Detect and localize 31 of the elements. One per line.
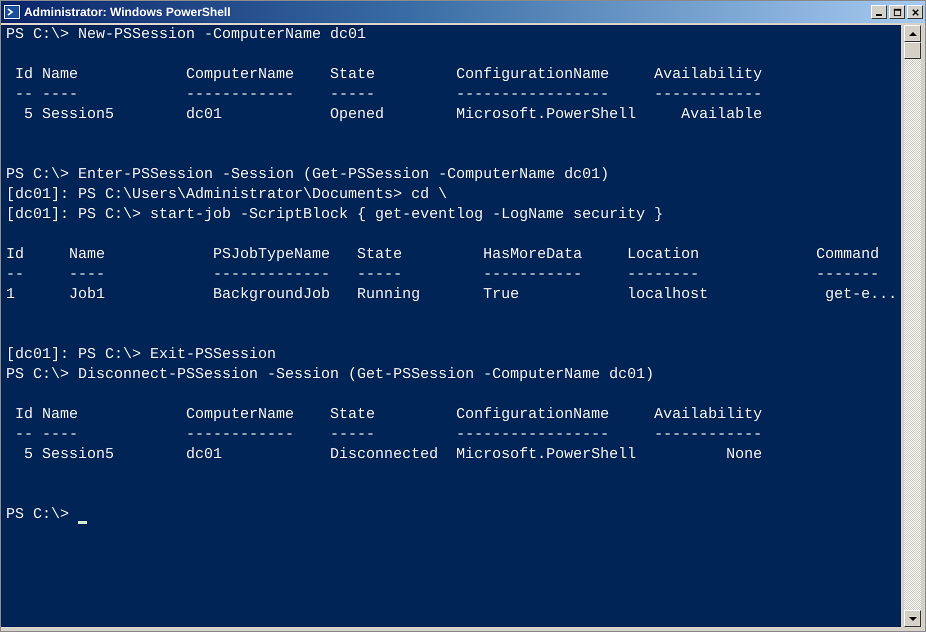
- minimize-icon: [876, 14, 882, 16]
- console-line: -- ---- ------------ ----- ----------------- ------------: [14, 85, 762, 105]
- down-arrow-icon: [908, 616, 916, 620]
- prompt-text: PS C:\>: [6, 505, 70, 525]
- close-button[interactable]: [907, 5, 923, 19]
- maximize-icon: [892, 8, 902, 16]
- console-line: [dc01]: PS C:\> start-job -ScriptBlock { get-eventlog -LogName security }: [6, 205, 664, 225]
- console-line: 5 Session5 dc01 Opened Microsoft.PowerShell Available: [23, 105, 762, 125]
- close-icon: [910, 8, 920, 16]
- console-line: [dc01]: PS C:\> Exit-PSSession: [6, 345, 276, 365]
- console-line: 1 Job1 BackgroundJob Running True localhost get-e...: [6, 285, 898, 305]
- console-line: Id Name PSJobTypeName State HasMoreData Location Command: [6, 245, 880, 265]
- scroll-up-button[interactable]: [904, 25, 921, 42]
- text-cursor: [78, 521, 88, 524]
- scrollbar[interactable]: [904, 25, 921, 627]
- console-line: Id Name ComputerName State ConfigurationName Availability: [14, 65, 762, 85]
- console-line: PS C:\> Disconnect-PSSession -Session (Get-PSSession -ComputerName dc01): [6, 365, 654, 385]
- minimize-button[interactable]: [871, 5, 887, 19]
- scroll-thumb[interactable]: [904, 42, 921, 59]
- window-title: Administrator: Windows PowerShell: [24, 5, 232, 19]
- console-line: [dc01]: PS C:\Users\Administrator\Documents> cd \: [6, 185, 448, 205]
- console-line: Id Name ComputerName State ConfigurationName Availability: [14, 405, 762, 425]
- maximize-button[interactable]: [889, 5, 905, 19]
- scroll-down-button[interactable]: [904, 610, 921, 627]
- console-line: PS C:\> New-PSSession -ComputerName dc01: [6, 25, 366, 45]
- console-line: -- ---- ------------- ----- ----------- -------- -------: [6, 265, 880, 285]
- up-arrow-icon: [908, 32, 916, 36]
- console-line: PS C:\> Enter-PSSession -Session (Get-PSSession -ComputerName dc01): [6, 165, 610, 185]
- console-line: 5 Session5 dc01 Disconnected Microsoft.PowerShell None: [23, 445, 762, 465]
- terminal-icon: [4, 4, 20, 20]
- console-line: -- ---- ------------ ----- ----------------- ------------: [14, 425, 762, 445]
